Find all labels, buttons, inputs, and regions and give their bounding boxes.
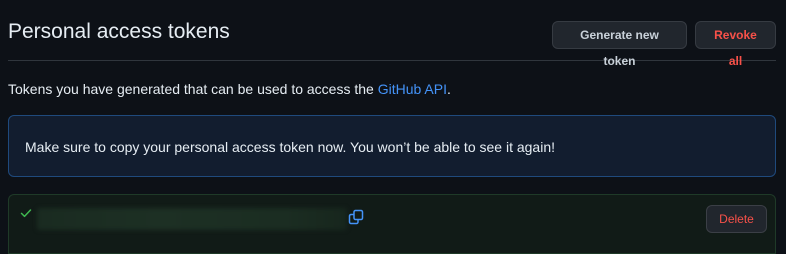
delete-token-button[interactable]: Delete xyxy=(706,205,767,233)
new-token-row: Delete xyxy=(8,194,776,254)
page-title: Personal access tokens xyxy=(8,20,230,43)
revoke-all-button[interactable]: Revoke all xyxy=(695,21,776,68)
flash-message: Make sure to copy your personal access t… xyxy=(25,139,555,155)
token-value xyxy=(37,208,347,230)
flash-notice: Make sure to copy your personal access t… xyxy=(8,115,776,177)
intro-text: Tokens you have generated that can be us… xyxy=(8,81,451,97)
intro-text-before: Tokens you have generated that can be us… xyxy=(8,81,378,97)
check-icon xyxy=(20,206,32,218)
page-header: Personal access tokens Generate new toke… xyxy=(8,12,776,68)
intro-text-after: . xyxy=(446,81,451,97)
github-api-link[interactable]: GitHub API xyxy=(378,81,447,97)
copy-icon[interactable] xyxy=(348,209,364,225)
generate-new-token-button[interactable]: Generate new token xyxy=(552,21,687,68)
